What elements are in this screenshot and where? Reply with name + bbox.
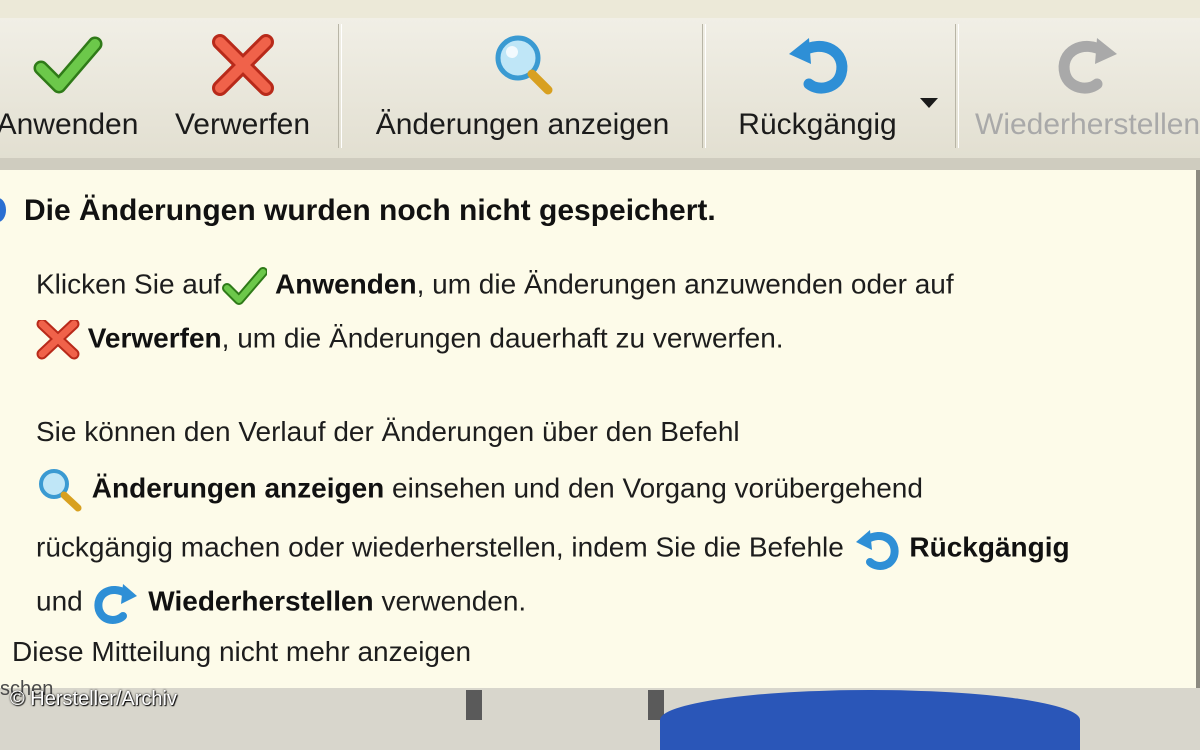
panel-line-apply: Klicken Sie auf Anwenden, um die Änderun… <box>36 266 954 306</box>
show-changes-button[interactable]: Änderungen anzeigen <box>355 22 690 152</box>
undo-icon <box>855 530 899 570</box>
checkmark-icon <box>222 267 268 305</box>
text: Klicken Sie auf <box>36 268 222 300</box>
undo-label: Rückgängig <box>738 108 897 141</box>
dont-show-again-link[interactable]: Diese Mitteilung nicht mehr anzeigen <box>12 636 471 668</box>
background-orb <box>660 690 1080 750</box>
toolbar-separator <box>338 24 342 148</box>
undo-button[interactable]: Rückgängig <box>720 22 915 152</box>
redo-label: Wiederherstellen <box>975 108 1200 141</box>
panel-line-redo: und Wiederherstellen verwenden. <box>36 580 526 626</box>
show-changes-label: Änderungen anzeigen <box>375 108 670 141</box>
apply-button[interactable]: Anwenden <box>0 22 155 152</box>
checkmark-icon <box>33 36 102 94</box>
undo-icon <box>788 38 847 94</box>
panel-line-show-changes: Änderungen anzeigen einsehen und den Vor… <box>36 468 923 512</box>
discard-label: Verwerfen <box>174 108 311 141</box>
apply-link[interactable]: Anwenden <box>275 268 417 299</box>
undo-link[interactable]: Rückgängig <box>909 531 1069 562</box>
image-credit: © Hersteller/Archiv <box>10 688 177 710</box>
panel-headline: Die Änderungen wurden noch nicht gespeic… <box>24 194 716 227</box>
redo-icon <box>93 584 137 624</box>
info-icon <box>0 198 6 222</box>
discard-button[interactable]: Verwerfen <box>160 22 325 152</box>
unsaved-changes-panel: Die Änderungen wurden noch nicht gespeic… <box>0 170 1200 691</box>
text: , um die Änderungen anzuwenden oder auf <box>416 268 954 300</box>
cross-icon <box>211 34 274 96</box>
text: verwenden. <box>373 585 527 617</box>
panel-line-discard: Verwerfen, um die Änderungen dauerhaft z… <box>36 320 784 360</box>
text: einsehen und den Vorgang vorübergehend <box>384 472 923 504</box>
background-bar <box>466 690 482 720</box>
redo-icon <box>1058 38 1117 94</box>
panel-line-history: Sie können den Verlauf der Änderungen üb… <box>36 416 740 447</box>
redo-button[interactable]: Wiederherstellen <box>965 22 1200 152</box>
text: und <box>36 585 83 617</box>
redo-link[interactable]: Wiederherstellen <box>148 585 373 616</box>
text: , um die Änderungen dauerhaft zu verwerf… <box>221 322 784 354</box>
cross-icon <box>36 320 80 360</box>
show-changes-link[interactable]: Änderungen anzeigen <box>92 472 384 503</box>
panel-line-undo: rückgängig machen oder wiederherstellen,… <box>36 526 1070 572</box>
apply-label: Anwenden <box>0 108 139 141</box>
magnifier-icon <box>495 35 552 95</box>
text: rückgängig machen oder wiederherstellen,… <box>36 531 844 563</box>
ruler-strip <box>0 158 1200 170</box>
magnifier-icon <box>39 469 82 512</box>
undo-dropdown-arrow[interactable] <box>920 98 938 108</box>
toolbar-separator <box>955 24 959 148</box>
toolbar-separator <box>702 24 706 148</box>
window-top-strip <box>0 0 1200 19</box>
discard-link[interactable]: Verwerfen <box>88 322 222 353</box>
toolbar: Anwenden Verwerfen Änderungen anzeigen R… <box>0 18 1200 160</box>
